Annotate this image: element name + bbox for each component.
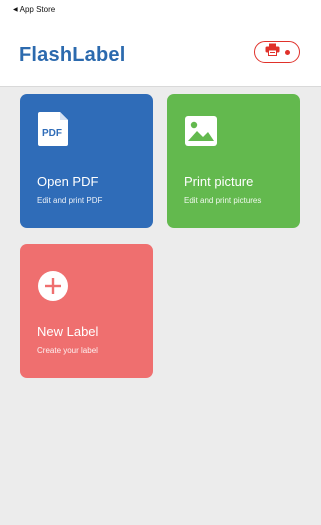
back-app-label: App Store	[19, 5, 56, 14]
back-to-app-store[interactable]: ◀ App Store	[13, 5, 55, 14]
new-label-title: New Label	[37, 324, 99, 339]
image-icon	[185, 116, 217, 151]
printer-icon	[265, 43, 280, 61]
printer-status-dot	[284, 49, 290, 55]
back-arrow-icon: ◀	[13, 6, 18, 13]
open-pdf-card[interactable]: PDF Open PDF Edit and print PDF	[20, 94, 153, 228]
pdf-file-icon: PDF	[38, 112, 68, 146]
new-label-card[interactable]: New Label Create your label	[20, 244, 153, 378]
plus-circle-icon	[37, 270, 69, 307]
new-label-subtitle: Create your label	[37, 346, 98, 355]
print-picture-card[interactable]: Print picture Edit and print pictures	[167, 94, 300, 228]
status-bar: ◀ App Store	[0, 0, 321, 20]
pdf-icon-text: PDF	[42, 128, 62, 139]
app-header: FlashLabel	[0, 20, 321, 87]
print-picture-title: Print picture	[184, 174, 254, 189]
open-pdf-subtitle: Edit and print PDF	[37, 196, 103, 205]
app-title: FlashLabel	[19, 44, 126, 66]
print-picture-subtitle: Edit and print pictures	[184, 196, 262, 205]
printer-connect-button[interactable]	[254, 41, 300, 63]
open-pdf-title: Open PDF	[37, 174, 99, 189]
